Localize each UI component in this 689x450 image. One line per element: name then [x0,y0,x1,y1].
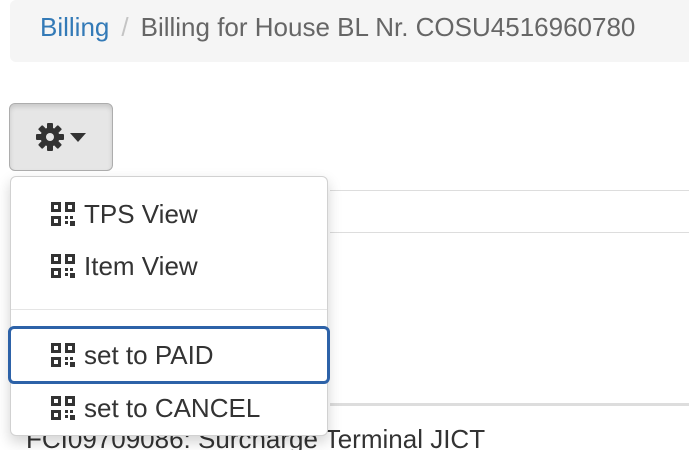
caret-down-icon [70,133,86,142]
breadcrumb: Billing / Billing for House BL Nr. COSU451… [10,0,689,62]
page: Billing / Billing for House BL Nr. COSU451… [0,0,689,450]
divider-line [330,190,689,191]
qrcode-icon [51,254,75,278]
menu-item-label: set to CANCEL [84,392,261,423]
panel-border [330,403,689,406]
qrcode-icon [51,396,75,420]
settings-dropdown-toggle[interactable] [9,103,113,171]
breadcrumb-billing-link[interactable]: Billing [40,12,109,42]
menu-item-set-to-paid[interactable]: set to PAID [8,326,330,384]
divider-line [330,232,689,233]
gear-icon [36,123,64,151]
breadcrumb-current: Billing for House BL Nr. COSU4516960780 [140,12,636,42]
menu-item-label: Item View [84,250,198,281]
qrcode-icon [51,202,75,226]
menu-item-label: set to PAID [84,339,214,370]
menu-item-set-to-cancel[interactable]: set to CANCEL [11,384,327,432]
settings-dropdown-menu: TPS View Item View set to PAID set to CA… [8,176,330,436]
qrcode-icon [51,343,75,367]
menu-divider [11,309,327,310]
menu-item-label: TPS View [84,198,198,229]
breadcrumb-separator: / [121,12,129,42]
menu-item-tps-view[interactable]: TPS View [11,190,327,238]
menu-item-item-view[interactable]: Item View [11,242,327,290]
